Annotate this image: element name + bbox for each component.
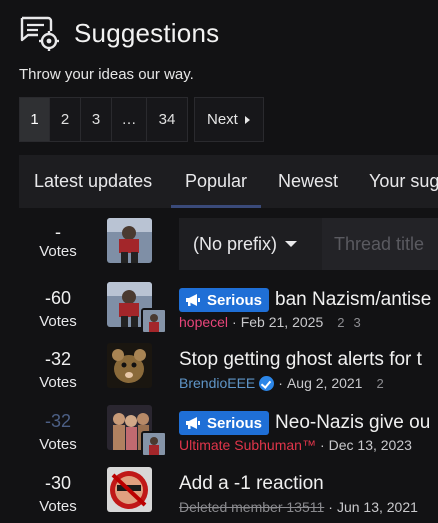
chevron-right-icon <box>244 115 250 124</box>
page-button-1[interactable]: 1 <box>20 98 50 141</box>
thread-page-link[interactable]: 2 <box>337 315 344 330</box>
vote-count: -60 Votes <box>20 288 96 332</box>
page-jump-ellipsis[interactable]: … <box>112 98 147 141</box>
meta-separator: · <box>319 437 325 453</box>
votes-header-value: - <box>55 222 61 242</box>
vote-label: Votes <box>39 374 77 391</box>
thread-title-text: Stop getting ghost alerts for t <box>179 349 422 370</box>
meta-separator: · <box>232 314 237 330</box>
prefix-badge-label: Serious <box>207 291 263 309</box>
thread-title[interactable]: Add a -1 reaction <box>179 473 324 495</box>
avatar[interactable] <box>107 343 152 388</box>
meta-separator: · <box>328 499 333 515</box>
page-subtitle: Throw your ideas our way. <box>19 66 194 83</box>
thread-date[interactable]: Feb 21, 2025 <box>241 314 324 330</box>
thread-title-input[interactable] <box>322 218 438 270</box>
vote-label: Votes <box>39 436 77 453</box>
thread-page-link[interactable]: 3 <box>353 315 360 330</box>
last-poster-avatar[interactable] <box>141 431 167 457</box>
page-button-last[interactable]: 34 <box>147 98 187 141</box>
next-page-button[interactable]: Next <box>194 97 264 142</box>
filter-tabs: Latest updates Popular Newest Your sug <box>19 155 438 208</box>
thread-filter-bar: (No prefix) <box>179 218 438 270</box>
thread-page-link[interactable]: 2 <box>376 376 383 391</box>
thread-meta: Deleted member 13511 · Jun 13, 2021 <box>179 499 418 515</box>
thread-meta: hopecel · Feb 21, 2025 2 3 <box>179 314 361 330</box>
thread-author[interactable]: Ultimate Subhuman™ <box>179 437 316 453</box>
tab-popular[interactable]: Popular <box>170 155 262 208</box>
thread-title[interactable]: Stop getting ghost alerts for t <box>179 349 422 371</box>
avatar <box>107 218 152 263</box>
vote-label: Votes <box>39 498 77 515</box>
prefix-select[interactable]: (No prefix) <box>179 218 320 270</box>
suggestions-icon <box>20 16 59 51</box>
thread-title-text: Add a -1 reaction <box>179 473 324 494</box>
thread-date[interactable]: Aug 2, 2021 <box>287 375 363 391</box>
thread-title-text: Neo-Nazis give ou <box>275 412 431 433</box>
tab-your-suggestions[interactable]: Your sug <box>369 155 438 208</box>
votes-header-label: Votes <box>39 243 77 260</box>
prefix-badge[interactable]: Serious <box>179 288 270 312</box>
list-item: -60 Votes Serious ban Nazism/antise hope… <box>0 282 438 344</box>
tab-newest[interactable]: Newest <box>278 155 338 208</box>
next-page-label: Next <box>207 111 238 128</box>
thread-author: Deleted member 13511 <box>179 499 325 515</box>
vote-value: -32 <box>44 411 71 431</box>
thread-date[interactable]: Dec 13, 2023 <box>329 437 412 453</box>
thread-date[interactable]: Jun 13, 2021 <box>337 499 418 515</box>
page-header: Suggestions <box>18 14 219 52</box>
vote-value: -30 <box>44 473 71 493</box>
page-button-3[interactable]: 3 <box>81 98 112 141</box>
megaphone-icon <box>186 417 200 429</box>
vote-count: -32 Votes <box>20 349 96 393</box>
vote-label: Votes <box>39 313 77 330</box>
votes-column-header: - Votes <box>20 222 96 262</box>
vote-value: -60 <box>44 288 71 308</box>
vote-value: -32 <box>44 349 71 369</box>
prefix-select-value: (No prefix) <box>193 233 278 254</box>
vote-count: -32 Votes <box>20 411 96 455</box>
thread-title[interactable]: Serious Neo-Nazis give ou <box>179 411 430 435</box>
thread-meta: Ultimate Subhuman™ · Dec 13, 2023 <box>179 437 412 453</box>
avatar[interactable] <box>107 467 152 512</box>
thread-author[interactable]: BrendioEEE <box>179 375 255 391</box>
thread-title-text: ban Nazism/antise <box>275 289 432 310</box>
vote-count: -30 Votes <box>20 473 96 517</box>
page-button-2[interactable]: 2 <box>50 98 81 141</box>
thread-meta: BrendioEEE · Aug 2, 2021 2 <box>179 375 384 391</box>
list-item: -32 Votes Serious Neo-Nazis give ou Ulti… <box>0 405 438 467</box>
prefix-badge[interactable]: Serious <box>179 411 270 435</box>
thread-title[interactable]: Serious ban Nazism/antise <box>179 288 431 312</box>
chevron-down-icon <box>285 241 298 247</box>
page-title: Suggestions <box>74 17 220 48</box>
page-list: 1 2 3 … 34 <box>19 97 188 142</box>
pagination: 1 2 3 … 34 Next <box>19 97 264 142</box>
list-item: -30 Votes Add a -1 reaction Deleted memb… <box>0 467 438 523</box>
prefix-badge-label: Serious <box>207 414 263 432</box>
megaphone-icon <box>186 294 200 306</box>
thread-author[interactable]: hopecel <box>179 314 228 330</box>
meta-separator: · <box>278 375 283 391</box>
list-item: -32 Votes Stop getting ghost alerts for … <box>0 343 438 405</box>
last-poster-avatar[interactable] <box>141 308 167 334</box>
tab-latest-updates[interactable]: Latest updates <box>34 155 152 208</box>
verified-badge-icon <box>259 375 275 391</box>
